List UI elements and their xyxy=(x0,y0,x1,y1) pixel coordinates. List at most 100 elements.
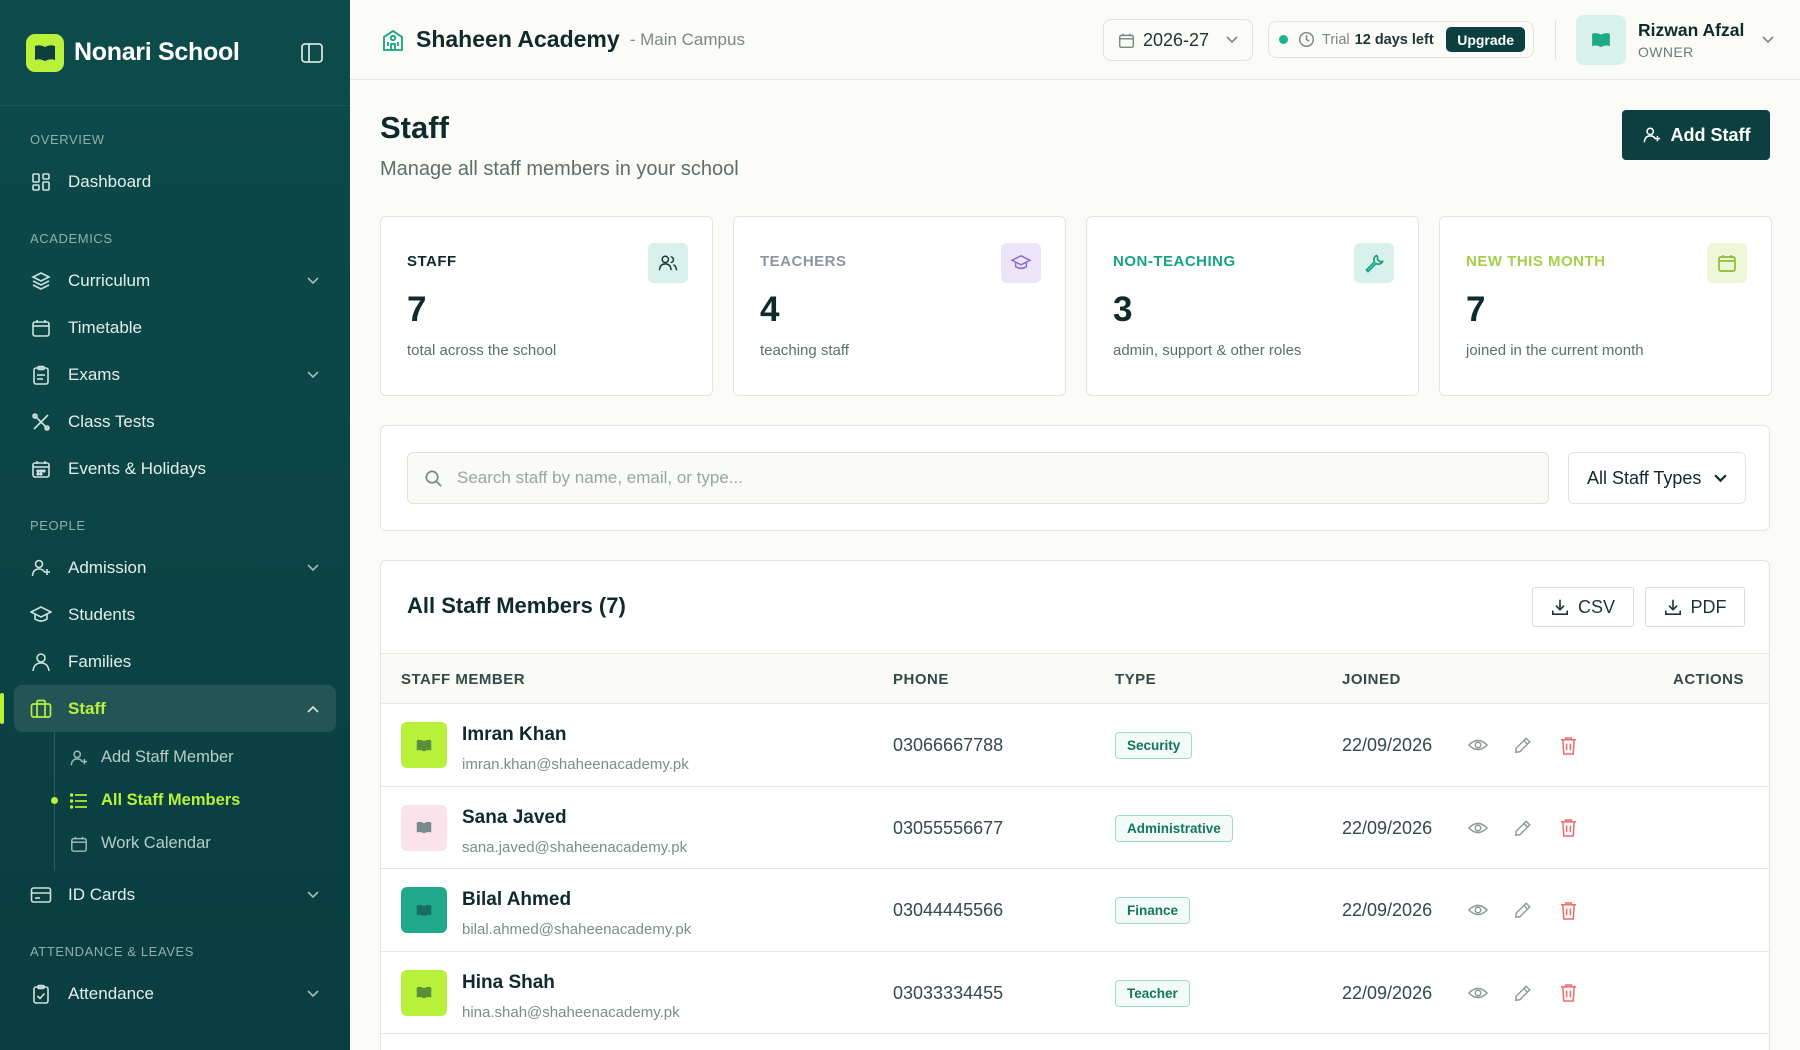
trash-icon[interactable] xyxy=(1557,734,1579,756)
brand: Nonari School xyxy=(0,0,350,106)
stat-value: 4 xyxy=(760,290,780,329)
divider xyxy=(1555,20,1556,60)
stat-card-staff: STAFF 7 total across the school xyxy=(380,216,713,396)
edit-pencil-icon[interactable] xyxy=(1512,982,1534,1004)
view-icon[interactable] xyxy=(1467,982,1489,1004)
trial-label: Trial xyxy=(1322,31,1350,48)
user-role: OWNER xyxy=(1638,44,1694,60)
staff-joined-date: 22/09/2026 xyxy=(1342,982,1433,1003)
user-plus-icon xyxy=(69,748,89,768)
sidebar-nav: OVERVIEW Dashboard ACADEMICS Curriculum … xyxy=(0,106,350,1017)
staff-email: sana.javed@shaheenacademy.pk xyxy=(462,838,688,856)
table-row: Imran Khan imran.khan@shaheenacademy.pk … xyxy=(381,704,1769,787)
export-pdf-button[interactable]: PDF xyxy=(1645,587,1745,627)
search-card: All Staff Types xyxy=(380,425,1770,531)
topbar: Shaheen Academy - Main Campus 2026-27 Tr… xyxy=(350,0,1800,80)
table-row: Hina Shah hina.shah@shaheenacademy.pk 03… xyxy=(381,952,1769,1034)
id-card-icon xyxy=(30,884,52,906)
layers-icon xyxy=(30,270,52,292)
staff-joined-date: 22/09/2026 xyxy=(1342,817,1433,838)
staff-name: Sana Javed xyxy=(462,806,567,828)
sidebar-item-label: Attendance xyxy=(68,983,155,1003)
search-input[interactable] xyxy=(457,468,1532,488)
sidebar-item-class-tests[interactable]: Class Tests xyxy=(0,398,350,445)
sidebar: Nonari School OVERVIEW Dashboard ACADEMI… xyxy=(0,0,350,1050)
sidebar-item-attendance[interactable]: Attendance xyxy=(0,970,350,1017)
export-pdf-label: PDF xyxy=(1690,596,1727,617)
edit-pencil-icon[interactable] xyxy=(1512,734,1534,756)
sidebar-item-id-cards[interactable]: ID Cards xyxy=(0,871,350,918)
staff-type-select[interactable]: All Staff Types xyxy=(1568,452,1746,504)
sub-item-label: Add Staff Member xyxy=(101,748,234,766)
view-icon[interactable] xyxy=(1467,817,1489,839)
sub-item-label: Work Calendar xyxy=(101,834,211,852)
user-icon xyxy=(30,651,52,673)
view-icon[interactable] xyxy=(1467,734,1489,756)
sidebar-item-timetable[interactable]: Timetable xyxy=(0,304,350,351)
trash-icon[interactable] xyxy=(1557,982,1579,1004)
wrench-icon xyxy=(1354,243,1394,283)
sub-item-work-calendar[interactable]: Work Calendar xyxy=(55,822,350,865)
staff-joined-date: 22/09/2026 xyxy=(1342,735,1433,755)
sidebar-toggle-icon[interactable] xyxy=(300,42,324,64)
academic-year-select[interactable]: 2026-27 xyxy=(1103,19,1253,61)
staff-phone: 03066667788 xyxy=(893,735,1004,755)
calendar-icon xyxy=(1118,32,1135,49)
trash-icon[interactable] xyxy=(1557,817,1579,839)
sub-item-all-staff[interactable]: All Staff Members xyxy=(51,779,350,822)
avatar xyxy=(1576,15,1626,65)
page-subtitle: Manage all staff members in your school xyxy=(380,158,739,180)
column-header-type: TYPE xyxy=(1115,671,1157,688)
avatar xyxy=(401,722,447,768)
user-menu[interactable]: Rizwan Afzal OWNER xyxy=(1576,14,1774,66)
sidebar-item-families[interactable]: Families xyxy=(0,638,350,685)
sidebar-item-label: Students xyxy=(68,604,136,624)
sidebar-item-students[interactable]: Students xyxy=(0,591,350,638)
sidebar-item-events[interactable]: Events & Holidays xyxy=(0,445,350,492)
user-name: Rizwan Afzal xyxy=(1638,20,1745,40)
sidebar-item-label: Staff xyxy=(68,698,106,718)
trash-icon[interactable] xyxy=(1557,899,1579,921)
calendar-icon xyxy=(30,317,52,339)
calendar-icon xyxy=(69,834,89,854)
stat-description: joined in the current month xyxy=(1466,342,1644,359)
graduation-cap-icon xyxy=(30,604,52,626)
staff-email: bilal.ahmed@shaheenacademy.pk xyxy=(462,921,692,938)
sub-item-add-staff[interactable]: Add Staff Member xyxy=(55,736,350,779)
sidebar-item-dashboard[interactable]: Dashboard xyxy=(0,158,350,205)
sidebar-item-label: Timetable xyxy=(68,317,143,337)
calendar-grid-icon xyxy=(30,458,52,480)
stat-value: 7 xyxy=(1466,290,1486,329)
sidebar-item-exams[interactable]: Exams xyxy=(0,351,350,398)
avatar xyxy=(401,887,447,933)
view-icon[interactable] xyxy=(1467,899,1489,921)
staff-submenu: Add Staff Member All Staff Members Work … xyxy=(51,732,350,871)
chevron-down-icon xyxy=(306,274,320,288)
stat-label: NEW THIS MONTH xyxy=(1466,253,1606,270)
clipboard-icon xyxy=(30,364,52,386)
staff-phone: 03033334455 xyxy=(893,982,1004,1003)
campus-name: - Main Campus xyxy=(629,29,745,49)
sidebar-item-label: Families xyxy=(68,651,132,671)
table-row: Sana Javed sana.javed@shaheenacademy.pk … xyxy=(381,787,1769,869)
sidebar-item-admission[interactable]: Admission xyxy=(0,544,350,591)
column-header-phone: PHONE xyxy=(893,671,949,688)
sidebar-item-staff[interactable]: Staff xyxy=(0,685,336,732)
sidebar-item-curriculum[interactable]: Curriculum xyxy=(0,257,350,304)
list-icon xyxy=(69,791,89,811)
edit-pencil-icon[interactable] xyxy=(1512,817,1534,839)
chevron-down-icon xyxy=(306,368,320,382)
staff-type-badge: Administrative xyxy=(1115,814,1233,842)
upgrade-button[interactable]: Upgrade xyxy=(1446,27,1525,52)
tools-icon xyxy=(30,411,52,433)
avatar xyxy=(401,969,447,1016)
stat-value: 3 xyxy=(1113,290,1133,329)
stat-card-teachers: TEACHERS 4 teaching staff xyxy=(733,216,1066,396)
edit-pencil-icon[interactable] xyxy=(1512,899,1534,921)
table-title: All Staff Members (7) xyxy=(407,593,626,618)
export-csv-button[interactable]: CSV xyxy=(1532,587,1634,627)
avatar xyxy=(401,804,447,851)
add-staff-button[interactable]: Add Staff xyxy=(1622,110,1770,160)
staff-name: Hina Shah xyxy=(462,971,555,993)
chevron-up-icon xyxy=(306,702,320,716)
